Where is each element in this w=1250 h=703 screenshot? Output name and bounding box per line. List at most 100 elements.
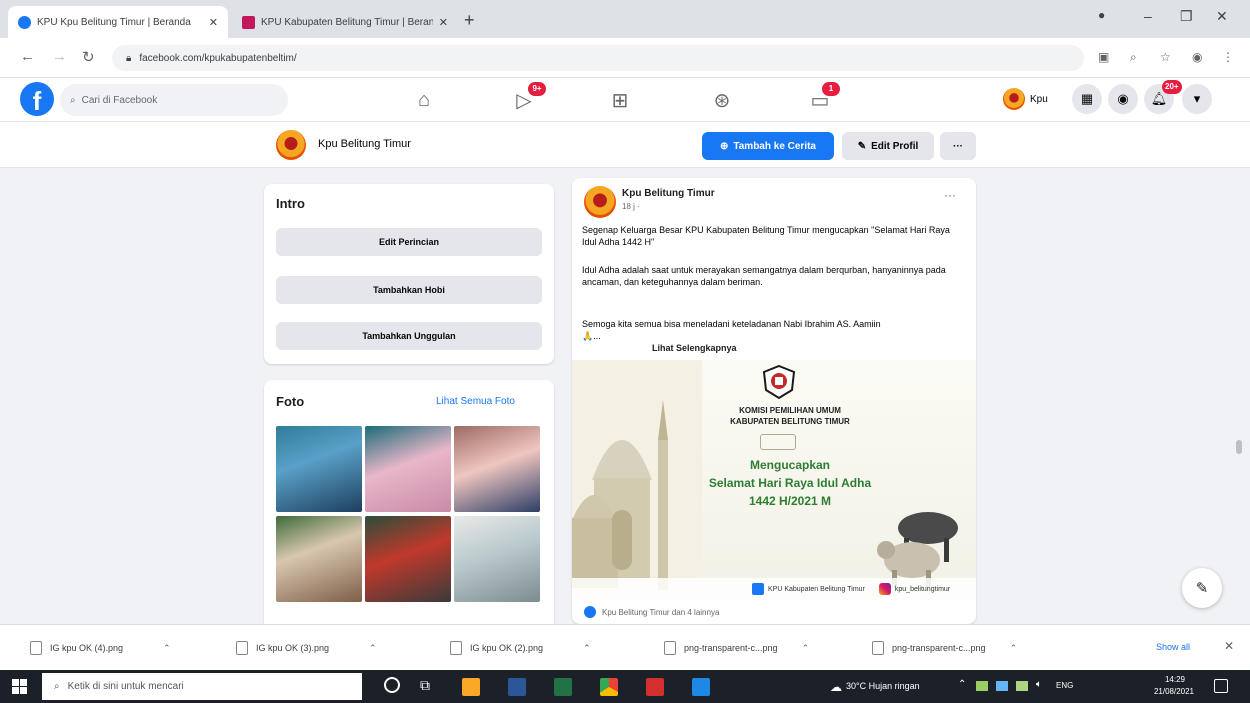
photo-thumbnail[interactable] [276, 516, 362, 602]
photo-thumbnail[interactable] [365, 516, 451, 602]
close-tab-icon[interactable]: ✕ [209, 16, 218, 29]
post-card: Kpu Belitung Timur 18 j · ··· Segenap Ke… [572, 178, 976, 624]
menu-dots-icon[interactable]: ⋮ [1222, 50, 1234, 64]
clock-date[interactable]: 21/08/2021 [1144, 687, 1204, 696]
notifications-bell-icon[interactable]: 🔔︎ 20+ [1144, 80, 1182, 114]
clock-time[interactable]: 14:29 [1150, 675, 1200, 684]
extension-icon[interactable]: ▣ [1098, 50, 1109, 64]
photo-thumbnail[interactable] [454, 516, 540, 602]
account-icon[interactable]: ◉ [1192, 50, 1202, 64]
download-item[interactable]: IG kpu OK (2).png ⌃ [450, 637, 591, 659]
add-to-story-button[interactable]: ⊕ Tambah ke Cerita [702, 132, 834, 160]
home-icon[interactable]: ⌂ [394, 82, 454, 118]
see-more-link[interactable]: Lihat Selengkapnya [652, 343, 737, 353]
chrome-icon[interactable] [600, 678, 618, 696]
minimize-button[interactable]: – [1144, 8, 1152, 24]
page-name[interactable]: Kpu Belitung Timur [318, 138, 411, 150]
groups-icon[interactable]: ⊛ [692, 82, 752, 118]
tray-app-icon[interactable] [996, 681, 1008, 691]
page-scrollbar-thumb[interactable] [1236, 440, 1242, 454]
facebook-search-input[interactable]: ⌕ Cari di Facebook [60, 84, 288, 116]
taskbar-search-placeholder: Ketik di sini untuk mencari [67, 681, 184, 692]
edit-profile-label: Edit Profil [871, 140, 919, 152]
chevron-up-icon[interactable]: ⌃ [369, 643, 377, 654]
new-tab-button[interactable]: + [464, 10, 475, 31]
download-filename: IG kpu OK (3).png [256, 643, 330, 653]
task-view-icon[interactable]: ⧉ [420, 677, 430, 694]
chevron-up-icon[interactable]: ⌃ [583, 643, 591, 654]
taskbar-search-input[interactable]: ⌕ Ketik di sini untuk mencari [42, 673, 362, 700]
reload-icon[interactable]: ↻ [82, 48, 95, 66]
browser-tab-1[interactable]: KPU Kpu Belitung Timur | Beranda ✕ [8, 6, 228, 38]
download-item[interactable]: png-transparent-c...png ⌃ [664, 637, 809, 659]
facebook-logo-icon[interactable]: f [20, 82, 54, 116]
profile-chip[interactable]: Kpu [1000, 84, 1062, 114]
photo-thumbnail[interactable] [276, 426, 362, 512]
file-explorer-icon[interactable] [462, 678, 480, 696]
browser-tab-2[interactable]: KPU Kabupaten Belitung Timur | Beranda ✕ [232, 6, 458, 38]
watch-icon[interactable]: ▷ 9+ [494, 82, 554, 118]
add-hobbies-button[interactable]: Tambahkan Hobi [276, 276, 542, 304]
tray-app-icon[interactable] [1016, 681, 1028, 691]
profile-name: Kpu [1030, 93, 1048, 105]
profile-icon[interactable]: ● [1098, 8, 1105, 22]
windows-start-icon[interactable] [12, 679, 27, 694]
zoom-icon[interactable]: ⌕ [1130, 50, 1137, 65]
download-item[interactable]: png-transparent-c...png ⌃ [872, 637, 1017, 659]
chevron-up-icon[interactable]: ⌃ [802, 643, 810, 654]
download-item[interactable]: IG kpu OK (4).png ⌃ [30, 637, 171, 659]
show-all-downloads-link[interactable]: Show all [1156, 642, 1190, 652]
excel-icon[interactable] [554, 678, 572, 696]
close-tab-icon[interactable]: ✕ [439, 16, 448, 29]
notification-center-icon[interactable] [1214, 679, 1228, 693]
marketplace-icon[interactable]: ⊞ [590, 82, 650, 118]
speaker-icon[interactable]: 🔈︎ [1036, 679, 1042, 690]
account-dropdown-icon[interactable]: ▾ [1182, 84, 1212, 114]
image-social-ig: kpu_belitungtimur [894, 585, 951, 593]
page-avatar[interactable] [276, 130, 306, 160]
edit-details-button[interactable]: Edit Perincian [276, 228, 542, 256]
add-featured-button[interactable]: Tambahkan Unggulan [276, 322, 542, 350]
post-author[interactable]: Kpu Belitung Timur [622, 188, 715, 199]
see-all-photos-link[interactable]: Lihat Semua Foto [436, 396, 515, 407]
post-image[interactable]: KOMISI PEMILIHAN UMUM KABUPATEN BELITUNG… [572, 360, 976, 600]
new-message-button[interactable]: ✎ [1182, 568, 1222, 608]
maximize-button[interactable]: ❐ [1180, 8, 1193, 25]
intro-title: Intro [276, 196, 305, 211]
url-input[interactable]: 🔒︎ facebook.com/kpukabupatenbeltim/ [112, 45, 1084, 71]
photo-thumbnail[interactable] [365, 426, 451, 512]
photo-thumbnail[interactable] [454, 426, 540, 512]
tray-chevron-icon[interactable]: ⌃ [958, 679, 966, 690]
forward-arrow-icon[interactable]: → [52, 48, 67, 65]
chevron-up-icon[interactable]: ⌃ [163, 643, 171, 654]
tray-app-icon[interactable] [976, 681, 988, 691]
app-icon[interactable] [692, 678, 710, 696]
chevron-up-icon[interactable]: ⌃ [1010, 643, 1018, 654]
gaming-icon[interactable]: ▭ 1 [790, 82, 850, 118]
tab-title: KPU Kpu Belitung Timur | Beranda [37, 16, 191, 28]
messenger-icon[interactable]: ◉ [1108, 84, 1138, 114]
download-item[interactable]: IG kpu OK (3).png ⌃ [236, 637, 377, 659]
media-app-icon[interactable] [646, 678, 664, 696]
browser-tab-strip: KPU Kpu Belitung Timur | Beranda ✕ KPU K… [0, 0, 1250, 38]
bookmark-star-icon[interactable]: ☆ [1160, 50, 1171, 64]
back-arrow-icon[interactable]: ← [20, 48, 35, 65]
reactions-text: Kpu Belitung Timur dan 4 lainnya [602, 607, 720, 617]
cortana-icon[interactable] [384, 677, 400, 693]
reactions-row[interactable]: Kpu Belitung Timur dan 4 lainnya [584, 606, 719, 618]
more-options-button[interactable]: ··· [940, 132, 976, 160]
weather-text[interactable]: 30°C Hujan ringan [846, 681, 920, 691]
post-timestamp[interactable]: 18 j · [622, 202, 640, 211]
post-author-avatar[interactable] [584, 186, 616, 218]
close-window-button[interactable]: ✕ [1216, 8, 1228, 25]
language-indicator[interactable]: ENG [1056, 681, 1073, 690]
close-downloads-icon[interactable]: ✕ [1224, 639, 1234, 653]
post-more-button[interactable]: ··· [944, 188, 956, 202]
word-icon[interactable] [508, 678, 526, 696]
avatar [1003, 88, 1025, 110]
facebook-top-bar: f ⌕ Cari di Facebook ⌂ ▷ 9+ ⊞ ⊛ ▭ 1 Kpu … [0, 78, 1250, 122]
image-line2: 1442 H/2021 M [748, 494, 832, 508]
edit-profile-button[interactable]: ✎ Edit Profil [842, 132, 934, 160]
image-social-strip: KPU Kabupaten Belitung Timur kpu_belitun… [572, 578, 976, 600]
menu-grid-icon[interactable]: ▦ [1072, 84, 1102, 114]
